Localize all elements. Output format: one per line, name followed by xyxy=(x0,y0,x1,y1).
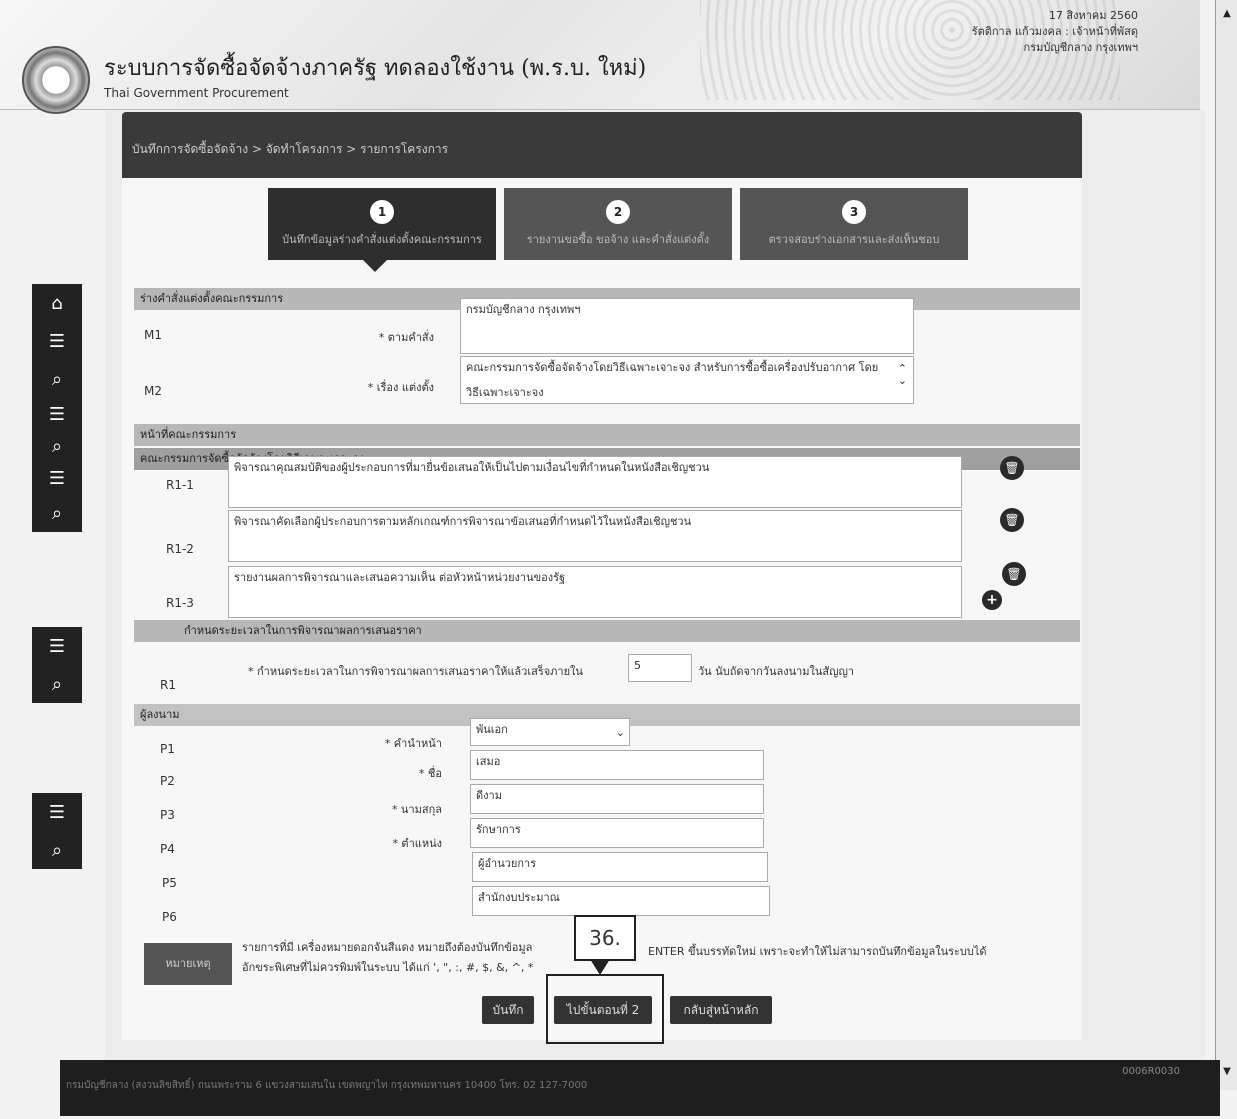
row-code: R1 xyxy=(160,678,176,692)
menu-icon[interactable]: ☰ xyxy=(32,793,82,831)
field-label: * กำหนดระยะเวลาในการพิจารณาผลการเสนอราคา… xyxy=(248,665,583,678)
field-label: * คำนำหน้า xyxy=(384,737,442,750)
add-row-icon[interactable]: + xyxy=(982,590,1002,610)
days-suffix: วัน นับถัดจากวันลงนามในสัญญา xyxy=(698,665,855,678)
row-code: P5 xyxy=(162,876,177,890)
step-number: 3 xyxy=(842,200,866,224)
step-2-tab[interactable]: 2 รายงานขอซื้อ ขอจ้าง และคำสั่งแต่งตั้ง xyxy=(504,188,732,260)
section-heading: กำหนดระยะเวลาในการพิจารณาผลการเสนอราคา xyxy=(134,620,1080,642)
delete-icon[interactable]: 🗑 xyxy=(1000,456,1024,480)
first-name-field[interactable]: เสมอ xyxy=(470,750,764,780)
field-label: * เรื่อง แต่งตั้ง xyxy=(367,381,434,394)
footer-code: 0006R0030 xyxy=(1122,1066,1180,1077)
title-select[interactable]: พันเอก ⌄ xyxy=(470,718,630,746)
menu-icon[interactable]: ☰ xyxy=(32,462,82,494)
back-home-button[interactable]: กลับสู่หน้าหลัก xyxy=(670,996,772,1024)
current-date: 17 สิงหาคม 2560 xyxy=(1048,9,1138,22)
title-select-value: พันเอก xyxy=(476,723,508,736)
main-panel: บันทึกการจัดซื้อจัดจ้าง > จัดทำโครงการ >… xyxy=(122,112,1082,1040)
duty-field-1[interactable]: พิจารณาคุณสมบัติของผู้ประกอบการที่มายื่น… xyxy=(228,456,962,508)
search-icon[interactable]: ⌕ xyxy=(32,665,82,703)
step-label: รายงานขอซื้อ ขอจ้าง และคำสั่งแต่งตั้ง xyxy=(526,233,710,246)
chevron-down-icon[interactable]: ⌄ xyxy=(616,725,625,740)
scroll-up-arrow-icon[interactable]: ▲ xyxy=(1219,6,1235,22)
page-footer: กรมบัญชีกลาง (สงวนลิขสิทธิ์) ถนนพระราม 6… xyxy=(60,1060,1220,1116)
duty-field-3[interactable]: รายงานผลการพิจารณาและเสนอความเห็น ต่อหัว… xyxy=(228,566,962,618)
field-label: * ชื่อ xyxy=(418,767,442,780)
scroll-down-arrow-icon[interactable]: ⌄ xyxy=(898,373,907,388)
subject-line-1: คณะกรรมการจัดซื้อจัดจ้างโดยวิธีเฉพาะเจาะ… xyxy=(466,361,879,374)
step-3-tab[interactable]: 3 ตรวจสอบร่างเอกสารและส่งเห็นชอบ xyxy=(740,188,968,260)
field-label: * นามสกุล xyxy=(391,803,442,816)
field-label: * ตำแหน่ง xyxy=(392,837,442,850)
order-by-field[interactable]: กรมบัญชีกลาง กรุงเทพฯ xyxy=(460,298,914,354)
user-info: 17 สิงหาคม 2560 รัตติกาล แก้วมงคล : เจ้า… xyxy=(972,8,1138,56)
row-code: P3 xyxy=(160,808,175,822)
days-input[interactable]: 5 xyxy=(628,654,692,682)
note-line-2: อักขระพิเศษที่ไม่ควรพิมพ์ในระบบ ได้แก่ '… xyxy=(242,961,534,974)
section-heading: หน้าที่คณะกรรมการ xyxy=(134,424,1080,446)
duty-field-2[interactable]: พิจารณาคัดเลือกผู้ประกอบการตามหลักเกณฑ์ก… xyxy=(228,510,962,562)
position-line-2-field[interactable]: ผู้อำนวยการ xyxy=(472,852,768,882)
field-label: * ตามคำสั่ง xyxy=(378,331,434,344)
left-toolbar-1: ⌂ ☰ ⌕ ☰ ⌕ ☰ ⌕ xyxy=(32,284,82,532)
left-toolbar-3: ☰ ⌕ xyxy=(32,793,82,869)
row-code: R1-1 xyxy=(166,478,194,492)
user-name: รัตติกาล แก้วมงคล : เจ้าหน้าที่พัสดุ xyxy=(971,25,1138,38)
row-code: M2 xyxy=(144,384,162,398)
row-code: P1 xyxy=(160,742,175,756)
search-icon[interactable]: ⌕ xyxy=(32,831,82,869)
search-icon[interactable]: ⌕ xyxy=(32,494,82,532)
note-line-2-tail: ENTER ขึ้นบรรทัดใหม่ เพราะจะทำให้ไม่สามา… xyxy=(648,945,987,958)
menu-icon[interactable]: ☰ xyxy=(32,322,82,360)
breadcrumb-bar: บันทึกการจัดซื้อจัดจ้าง > จัดทำโครงการ >… xyxy=(122,112,1082,178)
breadcrumb: บันทึกการจัดซื้อจัดจ้าง > จัดทำโครงการ >… xyxy=(132,142,449,156)
window-scrollbar[interactable]: ▲ ▼ xyxy=(1215,0,1237,1090)
subject-line-2: วิธีเฉพาะเจาะจง xyxy=(466,386,544,399)
app-subtitle: Thai Government Procurement xyxy=(104,86,289,100)
row-code: P2 xyxy=(160,774,175,788)
note-label: หมายเหตุ xyxy=(144,943,232,985)
menu-icon[interactable]: ☰ xyxy=(32,398,82,430)
row-code: P6 xyxy=(162,910,177,924)
step-label: บันทึกข้อมูลร่างคำสั่งแต่งตั้งคณะกรรมการ xyxy=(282,233,482,246)
row-code: R1-2 xyxy=(166,542,194,556)
app-header: ระบบการจัดซื้อจัดจ้างภาครัฐ ทดลองใช้งาน … xyxy=(0,0,1200,114)
delete-icon[interactable]: 🗑 xyxy=(1002,562,1026,586)
search-icon[interactable]: ⌕ xyxy=(32,360,82,398)
subject-textarea[interactable]: คณะกรรมการจัดซื้อจัดจ้างโดยวิธีเฉพาะเจาะ… xyxy=(460,356,914,404)
callout-pointer xyxy=(590,959,610,975)
row-code: P4 xyxy=(160,842,175,856)
left-toolbar-2: ☰ ⌕ xyxy=(32,627,82,703)
note-line-1: รายการที่มี เครื่องหมายดอกจันสีแดง หมายถ… xyxy=(242,941,533,954)
step-callout: 36. xyxy=(574,915,636,961)
footer-address: กรมบัญชีกลาง (สงวนลิขสิทธิ์) ถนนพระราม 6… xyxy=(66,1080,588,1091)
position-field[interactable]: รักษาการ xyxy=(470,818,764,848)
save-button[interactable]: บันทึก xyxy=(482,996,534,1024)
step-1-tab[interactable]: 1 บันทึกข้อมูลร่างคำสั่งแต่งตั้งคณะกรรมก… xyxy=(268,188,496,272)
position-line-3-field[interactable]: สำนักงบประมาณ xyxy=(472,886,770,916)
search-icon[interactable]: ⌕ xyxy=(32,430,82,462)
step-number: 1 xyxy=(370,200,394,224)
menu-icon[interactable]: ☰ xyxy=(32,627,82,665)
delete-icon[interactable]: 🗑 xyxy=(1000,508,1024,532)
user-org: กรมบัญชีกลาง กรุงเทพฯ xyxy=(1023,41,1138,54)
app-title: ระบบการจัดซื้อจัดจ้างภาครัฐ ทดลองใช้งาน … xyxy=(104,56,647,81)
scroll-down-arrow-icon[interactable]: ▼ xyxy=(1219,1064,1235,1080)
government-logo xyxy=(22,46,90,114)
row-code: R1-3 xyxy=(166,596,194,610)
callout-highlight-box xyxy=(546,974,664,1044)
step-label: ตรวจสอบร่างเอกสารและส่งเห็นชอบ xyxy=(768,233,940,246)
step-wizard: 1 บันทึกข้อมูลร่างคำสั่งแต่งตั้งคณะกรรมก… xyxy=(268,188,976,272)
last-name-field[interactable]: ดีงาม xyxy=(470,784,764,814)
home-icon[interactable]: ⌂ xyxy=(32,284,82,322)
step-number: 2 xyxy=(606,200,630,224)
row-code: M1 xyxy=(144,328,162,342)
